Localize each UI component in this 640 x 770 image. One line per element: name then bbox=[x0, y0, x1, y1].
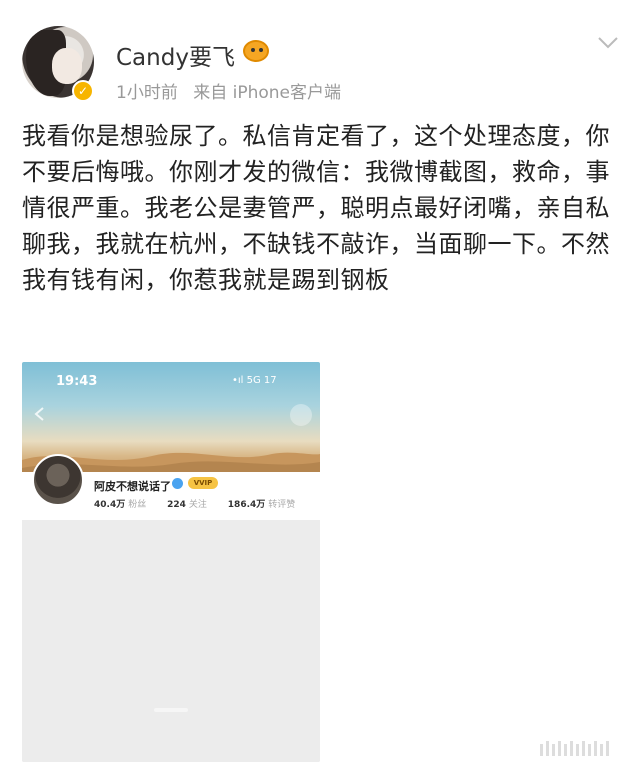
loading-indicator bbox=[154, 708, 188, 712]
post-meta: 1小时前 来自 iPhone客户端 bbox=[116, 78, 351, 103]
vip-badge: VVIP bbox=[188, 477, 218, 489]
following-label: 关注 bbox=[188, 500, 207, 510]
fans-count: 40.4万 bbox=[94, 500, 126, 510]
back-arrow-icon[interactable] bbox=[32, 406, 48, 422]
profile-name: 阿皮不想说话了 bbox=[94, 480, 171, 493]
status-time: 19:43 bbox=[56, 374, 98, 389]
post-header: ✓ Candy要飞 1小时前 来自 iPhone客户端 bbox=[0, 0, 640, 110]
profile-avatar[interactable] bbox=[32, 454, 84, 506]
profile-stats: 40.4万 粉丝 224 关注 186.4万 转评赞 bbox=[94, 497, 313, 510]
post-source: 来自 iPhone客户端 bbox=[193, 83, 342, 103]
following-count: 224 bbox=[167, 500, 186, 510]
attached-screenshot[interactable]: 19:43 •ıl 5G 17 阿皮不想说话了 VVIP 40.4万 粉丝 224… bbox=[22, 362, 320, 762]
profile-verify-icon bbox=[172, 478, 183, 489]
fans-label: 粉丝 bbox=[128, 500, 147, 510]
blurred-content-area bbox=[22, 520, 320, 762]
post-time: 1小时前 bbox=[116, 83, 178, 103]
watermark-bars-icon bbox=[540, 741, 609, 756]
chevron-down-icon[interactable] bbox=[597, 36, 619, 50]
likes-label: 转评赞 bbox=[268, 500, 296, 510]
status-signal: •ıl 5G 17 bbox=[232, 375, 277, 386]
bee-emoji-icon bbox=[243, 40, 269, 62]
likes-count: 186.4万 bbox=[227, 500, 266, 510]
more-icon[interactable] bbox=[290, 404, 312, 426]
verified-badge-icon: ✓ bbox=[72, 80, 94, 102]
avatar-face bbox=[52, 48, 82, 84]
username[interactable]: Candy要飞 bbox=[116, 38, 235, 72]
post-text: 我看你是想验尿了。私信肯定看了，这个处理态度，你不要后悔哦。你刚才发的微信：我微… bbox=[22, 122, 610, 294]
